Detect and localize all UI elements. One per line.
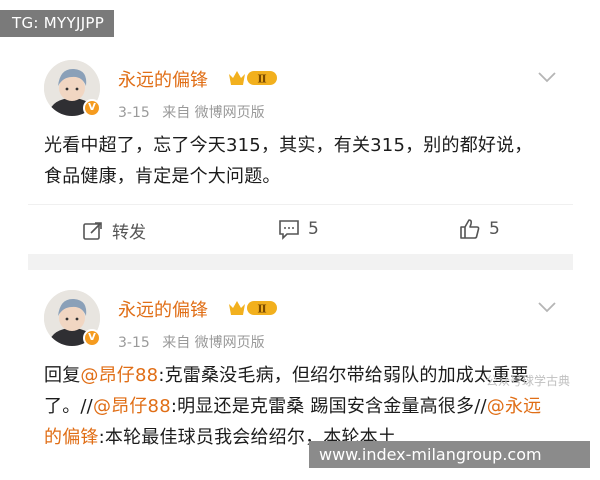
like-button[interactable]: 5 <box>459 218 500 240</box>
tg-tag: TG: MYYJJPP <box>0 10 115 37</box>
username[interactable]: 永远的偏锋 <box>118 66 208 92</box>
mention-link[interactable]: @昂仔88 <box>80 365 158 386</box>
verified-icon: V <box>83 99 101 117</box>
svg-text:Ⅱ: Ⅱ <box>257 73 266 86</box>
repost-icon <box>83 221 102 240</box>
username[interactable]: 永远的偏锋 <box>118 296 208 322</box>
reply-prefix: 回复 <box>44 365 81 386</box>
post-source[interactable]: 来自 微博网页版 <box>162 335 264 351</box>
comment-button[interactable]: 5 <box>278 218 319 240</box>
text-segment: :明显还是克雷桑 踢国安含金量高很多// <box>170 396 487 417</box>
chevron-down-icon[interactable] <box>537 70 557 84</box>
post-text: 光看中超了，忘了今天315，其实，有关315，别的都好说，食品健康，肯定是个大问… <box>44 135 533 187</box>
post-text: 回复@昂仔88:克雷桑没毛病，但绍尔带给弱队的加成太重要了。//@昂仔88:明显… <box>28 356 573 453</box>
svg-text:Ⅱ: Ⅱ <box>257 303 266 316</box>
level-badge-icon: Ⅱ <box>229 301 277 316</box>
post-meta: 3-15 来自 微博网页版 <box>118 332 273 352</box>
watermark: 公众号球学古典 <box>485 374 570 388</box>
level-badge-icon: Ⅱ <box>229 71 277 86</box>
repost-label: 转发 <box>112 223 146 243</box>
weibo-feed: V 永远的偏锋 Ⅱ 3-15 来自 微博网页版 光看中超了，忘了今天315，其实… <box>28 40 573 480</box>
like-icon <box>460 219 480 239</box>
post-source[interactable]: 来自 微博网页版 <box>162 105 264 121</box>
post-date: 3-15 <box>118 335 150 351</box>
post-date: 3-15 <box>118 105 150 121</box>
post-meta: 3-15 来自 微博网页版 <box>118 102 273 122</box>
action-bar: 转发 5 5 <box>28 204 573 254</box>
chevron-down-icon[interactable] <box>537 300 557 314</box>
post-header: V 永远的偏锋 Ⅱ 3-15 来自 微博网页版 <box>28 40 573 126</box>
repost-button[interactable]: 转发 <box>82 218 146 243</box>
mention-link[interactable]: @昂仔88 <box>93 396 171 417</box>
post-divider <box>28 254 573 270</box>
like-count: 5 <box>489 219 500 239</box>
url-banner: www.index-milangroup.com <box>309 441 590 468</box>
comment-icon <box>279 220 299 240</box>
comment-count: 5 <box>308 219 319 239</box>
post-2: V 永远的偏锋 Ⅱ 3-15 来自 微博网页版 回复@昂仔88:克雷桑没毛病，但… <box>28 270 573 453</box>
post-header: V 永远的偏锋 Ⅱ 3-15 来自 微博网页版 <box>28 270 573 356</box>
verified-icon: V <box>83 329 101 347</box>
post-1: V 永远的偏锋 Ⅱ 3-15 来自 微博网页版 光看中超了，忘了今天315，其实… <box>28 40 573 254</box>
